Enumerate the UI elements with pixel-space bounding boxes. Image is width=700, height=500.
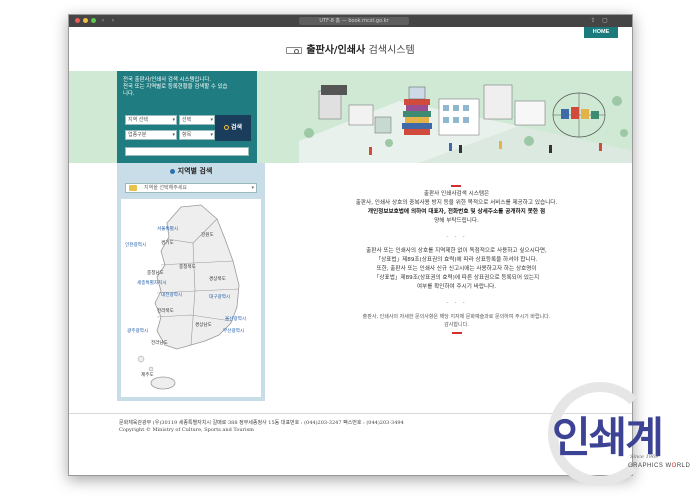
map-label-gyeongbuk[interactable]: 경상북도	[209, 277, 226, 283]
info-notice: 출판사 인쇄사검색 시스템은 출판사, 인쇄사 상호의 중복사용 방지 등을 위…	[279, 190, 632, 337]
footer-copyright: Copyright © Ministry of Culture, Sports …	[119, 427, 254, 433]
category-select[interactable]: 업종구분	[125, 130, 177, 140]
region-search-panel: 지역별 검색 지역을 선택해주세요 서울특별시 인천광역시	[117, 163, 265, 401]
search-row-1: 지역 선택 선택	[125, 115, 215, 125]
map-label-daegu[interactable]: 대구광역시	[209, 295, 230, 301]
logo-brand-pre: GRAPHICS W	[628, 463, 672, 469]
url-text: book.mcst.go.kr	[348, 18, 389, 24]
info-p1-line2: 출판사, 인쇄사 상호의 중복사용 방지 등을 위한 목적으로 서비스를 제공하…	[355, 200, 558, 206]
info-p1-line4: 양해 부탁드립니다.	[434, 218, 479, 224]
info-p2-line4: 「상표법」제89조(상표권의 효력)에 따른 상표권으로 등록되어 있는지	[373, 275, 540, 281]
search-icon	[223, 125, 229, 130]
search-intro-line1: 전국 출판사/인쇄사 검색 시스템입니다.	[123, 77, 212, 83]
tab-title: UTF-8 홈	[319, 18, 341, 24]
region-select[interactable]: 지역 선택	[125, 115, 177, 125]
graphics-world-logo: 인쇄계 Since 1969 GRAPHICS WORLD	[548, 382, 700, 492]
red-divider-bottom	[451, 332, 462, 334]
search-button[interactable]: 검색	[215, 115, 251, 141]
screenshot-stage: ‹ › UTF-8 홈 — book.mcst.go.kr ⇪ ▢ HOME 출…	[0, 0, 700, 500]
window-controls	[75, 18, 96, 23]
divider-dots-2: - - -	[446, 299, 467, 306]
logo-brand: GRAPHICS WORLD	[628, 463, 690, 469]
search-row-2: 업종구분 항목	[125, 130, 215, 140]
tabs-icon[interactable]: ▢	[601, 17, 609, 25]
map-label-gyeonggi[interactable]: 경기도	[161, 241, 174, 247]
info-p3-line1: 출판사, 인쇄사의 자세한 문의사항은 해당 지자체 문화예술과로 문의하여 주…	[362, 314, 551, 320]
field-select[interactable]: 항목	[179, 130, 215, 140]
info-p2-line5: 여부를 확인하여 주시기 바랍니다.	[416, 284, 497, 290]
map-label-gwangju[interactable]: 광주광역시	[127, 329, 148, 335]
keyword-input[interactable]	[125, 147, 249, 156]
map-label-ulsan[interactable]: 울산광역시	[225, 317, 246, 323]
hero-illustration	[279, 71, 632, 163]
city-library-illustration	[299, 84, 632, 163]
map-label-jeonnam[interactable]: 전라남도	[151, 341, 168, 347]
region-title-text: 지역별 검색	[177, 167, 213, 175]
logo-since: Since 1969	[630, 454, 659, 460]
page-title-light: 검색시스템	[368, 45, 415, 56]
map-label-seoul[interactable]: 서울특별시	[157, 227, 178, 233]
footer-address: 문화체육관광부 (우)30119 세종특별자치시 갈매로 388 정부세종청사 …	[119, 420, 404, 426]
info-p2-line3: 또한, 출판사 또는 인쇄사 신규 신고시에는 사용하고자 하는 상호명이	[376, 266, 537, 272]
minimize-window-button[interactable]	[83, 18, 88, 23]
info-p1-line3: 개인정보보호법에 의하여 대표자, 전화번호 및 상세주소를 공개하지 못한 점	[367, 209, 546, 215]
map-label-gyeongnam[interactable]: 경상남도	[195, 323, 212, 329]
info-p2-line1: 출판사 또는 인쇄사의 상호를 지역제한 없이 독점적으로 사용하고 싶으시다면…	[366, 248, 547, 254]
map-label-sejong[interactable]: 세종특별자치시	[137, 281, 167, 287]
region-dropdown-text: 지역을 선택해주세요	[144, 185, 187, 191]
map-label-daejeon[interactable]: 대전광역시	[161, 293, 182, 299]
map-label-jeonbuk[interactable]: 전라북도	[157, 309, 174, 315]
region-dropdown[interactable]: 지역을 선택해주세요	[125, 183, 257, 193]
info-p3-line2: 감사합니다.	[444, 322, 469, 328]
map-label-jeju[interactable]: 제주도	[141, 373, 154, 379]
home-button[interactable]: HOME	[584, 27, 618, 38]
share-icon[interactable]: ⇪	[589, 17, 597, 25]
korea-map-shape	[137, 204, 240, 390]
page-title-bold: 출판사/인쇄사	[306, 45, 366, 56]
type-select[interactable]: 선택	[179, 115, 215, 125]
footer-text: 문화체육관광부 (우)30119 세종특별자치시 갈매로 388 정부세종청사 …	[119, 420, 404, 434]
search-intro: 전국 출판사/인쇄사 검색 시스템입니다. 전국 또는 지역별로 등록현황을 검…	[123, 77, 251, 98]
map-label-chungbuk[interactable]: 충청북도	[179, 265, 196, 271]
map-icon	[129, 185, 137, 191]
map-label-busan[interactable]: 부산광역시	[223, 329, 244, 335]
close-window-button[interactable]	[75, 18, 80, 23]
browser-titlebar: ‹ › UTF-8 홈 — book.mcst.go.kr ⇪ ▢	[69, 15, 632, 27]
map-pin-icon	[169, 168, 175, 174]
search-intro-line3: 니다.	[123, 91, 135, 97]
page-title: 출판사/인쇄사 검색시스템	[69, 41, 632, 56]
search-logo-icon	[286, 46, 303, 54]
info-p1-line1: 출판사 인쇄사검색 시스템은	[423, 191, 490, 197]
divider-dots-1: - - -	[446, 233, 467, 240]
search-intro-line2: 전국 또는 지역별로 등록현황을 검색할 수 있습	[123, 84, 228, 90]
address-bar[interactable]: UTF-8 홈 — book.mcst.go.kr	[299, 17, 409, 25]
zoom-window-button[interactable]	[91, 18, 96, 23]
forward-icon[interactable]: ›	[109, 17, 117, 25]
search-button-label: 검색	[230, 124, 243, 131]
korea-map: 서울특별시 인천광역시 경기도 강원도 충청북도 충청남도 세종특별자치시 경상…	[121, 199, 261, 397]
back-icon[interactable]: ‹	[99, 17, 107, 25]
red-divider-top	[451, 185, 461, 187]
map-label-incheon[interactable]: 인천광역시	[125, 243, 146, 249]
region-search-title: 지역별 검색	[117, 163, 265, 179]
info-p2-line2: 「상표법」제89조(상표권의 효력)에 따라 상표등록을 하셔야 합니다.	[375, 257, 538, 263]
map-label-gangwon[interactable]: 강원도	[201, 233, 214, 239]
logo-brand-post: RLD	[676, 463, 691, 469]
map-label-chungnam[interactable]: 충청남도	[147, 271, 164, 277]
